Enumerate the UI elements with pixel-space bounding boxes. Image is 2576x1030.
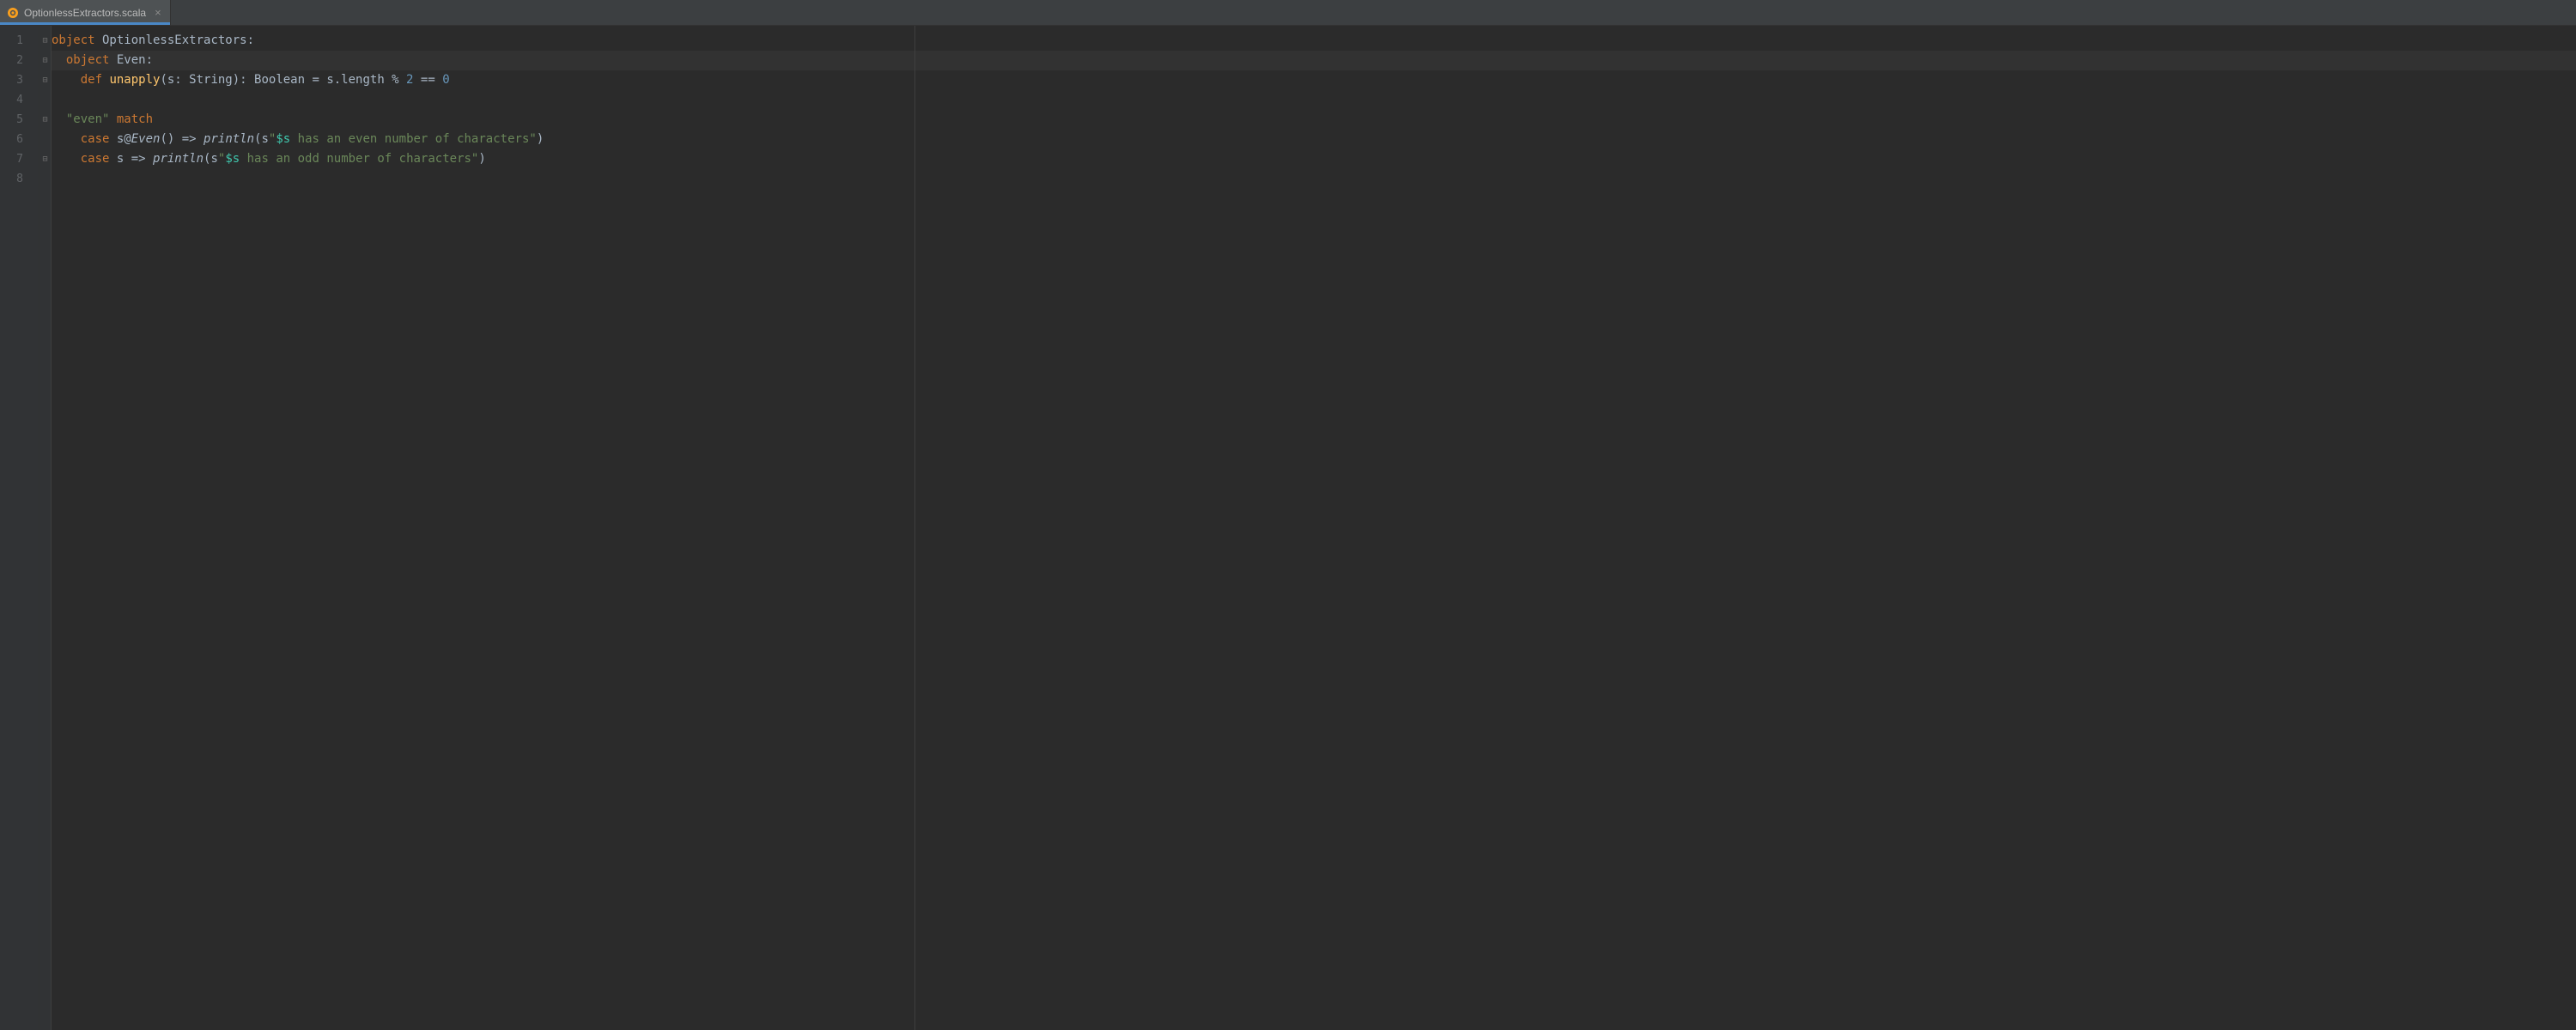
editor-tab[interactable]: OptionlessExtractors.scala ×: [0, 0, 171, 25]
line-number[interactable]: 5: [0, 110, 39, 130]
fold-toggle-icon[interactable]: ⊟: [39, 31, 51, 51]
right-margin-guide: [914, 26, 915, 1030]
code-line[interactable]: object Even:: [52, 51, 2576, 70]
fold-toggle-icon[interactable]: ⊟: [39, 149, 51, 169]
close-icon[interactable]: ×: [155, 7, 161, 18]
line-number[interactable]: 7: [0, 149, 39, 169]
code-line[interactable]: case s@Even() => println(s"$s has an eve…: [52, 130, 2576, 149]
fold-toggle-icon[interactable]: ⊟: [39, 110, 51, 130]
scala-file-icon: [7, 7, 19, 19]
fold-toggle-icon: [39, 90, 51, 110]
code-line[interactable]: [52, 90, 2576, 110]
code-line[interactable]: def unapply(s: String): Boolean = s.leng…: [52, 70, 2576, 90]
line-number[interactable]: 6: [0, 130, 39, 149]
line-number[interactable]: 1: [0, 31, 39, 51]
code-area[interactable]: object OptionlessExtractors: object Even…: [52, 26, 2576, 1030]
line-number[interactable]: 8: [0, 169, 39, 189]
tab-bar: OptionlessExtractors.scala ×: [0, 0, 2576, 26]
editor: 1 2 3 4 5 6 7 8 ⊟ ⊟ ⊟ ⊟ ⊟ object Optionl…: [0, 26, 2576, 1030]
code-line[interactable]: "even" match: [52, 110, 2576, 130]
fold-gutter: ⊟ ⊟ ⊟ ⊟ ⊟: [39, 26, 52, 1030]
fold-toggle-icon[interactable]: ⊟: [39, 70, 51, 90]
tab-active-underline: [0, 22, 170, 25]
line-number[interactable]: 4: [0, 90, 39, 110]
fold-toggle-icon[interactable]: ⊟: [39, 51, 51, 70]
code-line[interactable]: case s => println(s"$s has an odd number…: [52, 149, 2576, 169]
line-number[interactable]: 3: [0, 70, 39, 90]
code-line[interactable]: [52, 169, 2576, 189]
line-number-gutter: 1 2 3 4 5 6 7 8: [0, 26, 39, 1030]
fold-toggle-icon: [39, 130, 51, 149]
code-line[interactable]: object OptionlessExtractors:: [52, 31, 2576, 51]
tab-filename: OptionlessExtractors.scala: [24, 7, 146, 19]
line-number[interactable]: 2: [0, 51, 39, 70]
fold-toggle-icon: [39, 169, 51, 189]
